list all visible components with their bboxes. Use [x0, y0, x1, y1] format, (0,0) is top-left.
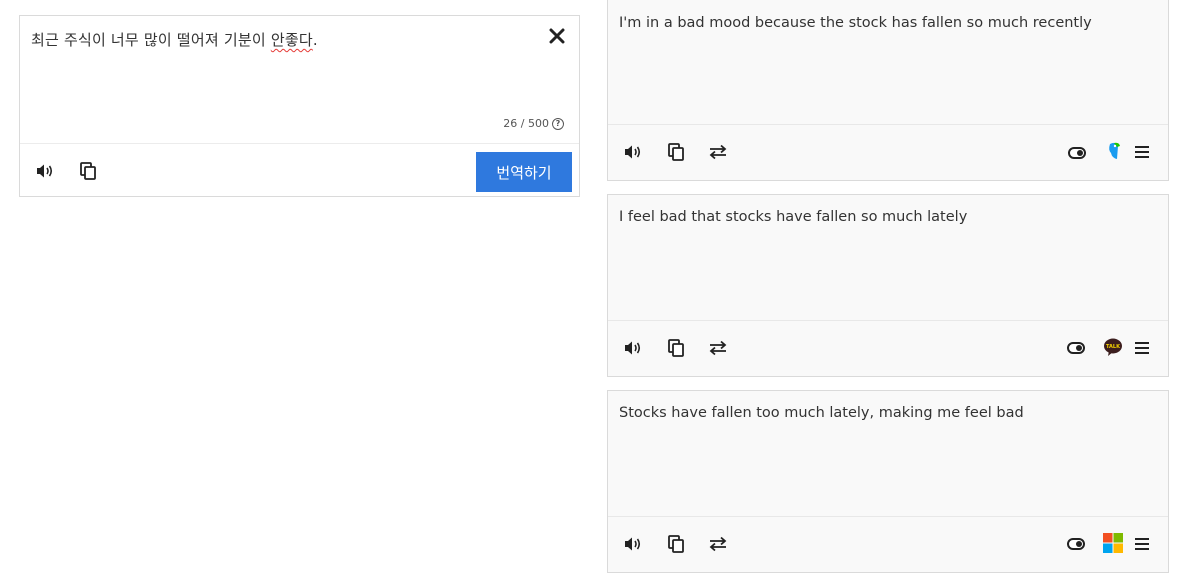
source-footer: 번역하기 — [20, 143, 579, 198]
speaker-icon — [625, 341, 641, 355]
spell-error-word[interactable]: 안좋다 — [271, 31, 313, 49]
speaker-icon — [625, 537, 641, 551]
swap-arrows-icon — [709, 340, 727, 356]
result-panel-papago: I'm in a bad mood because the stock has … — [607, 0, 1169, 181]
result-footer — [608, 124, 1168, 180]
kakao-talk-icon: TALK — [1104, 338, 1122, 356]
kakao-badge-text: TALK — [1106, 344, 1121, 350]
listen-result-button[interactable] — [622, 336, 646, 360]
menu-icon[interactable] — [1135, 146, 1149, 158]
copy-source-button[interactable] — [76, 159, 100, 183]
swap-arrows-icon — [709, 536, 727, 552]
copy-icon — [668, 143, 684, 161]
result-panel-kakao: I feel bad that stocks have fallen so mu… — [607, 194, 1169, 377]
listen-source-button[interactable] — [34, 159, 58, 183]
copy-icon — [80, 162, 96, 180]
copy-result-button[interactable] — [664, 140, 688, 164]
translate-button[interactable]: 번역하기 — [476, 152, 572, 192]
source-panel: 최근 주식이 너무 많이 떨어져 기분이 안좋다. 26 / 500 ? 번역하… — [19, 15, 580, 197]
swap-arrows-icon — [709, 144, 727, 160]
menu-icon[interactable] — [1135, 342, 1149, 354]
clear-text-button[interactable] — [547, 26, 567, 46]
source-text-input[interactable]: 최근 주식이 너무 많이 떨어져 기분이 안좋다. — [31, 29, 318, 50]
microsoft-icon — [1103, 533, 1123, 553]
speaker-icon — [625, 145, 641, 159]
listen-result-button[interactable] — [622, 140, 646, 164]
result-text: Stocks have fallen too much lately, maki… — [619, 405, 1024, 421]
result-text: I feel bad that stocks have fallen so mu… — [619, 209, 968, 225]
swap-button[interactable] — [706, 336, 730, 360]
result-footer: TALK — [608, 320, 1168, 376]
papago-parrot-icon — [1109, 142, 1120, 159]
result-text: I'm in a bad mood because the stock has … — [619, 15, 1092, 31]
source-text-end: . — [312, 31, 318, 49]
result-footer — [608, 516, 1168, 572]
close-icon — [549, 28, 565, 44]
help-icon[interactable]: ? — [552, 117, 564, 130]
copy-result-button[interactable] — [664, 532, 688, 556]
menu-icon[interactable] — [1135, 538, 1149, 550]
swap-button[interactable] — [706, 532, 730, 556]
speaker-icon — [37, 164, 53, 178]
source-text-main: 최근 주식이 너무 많이 떨어져 기분이 — [31, 31, 271, 49]
engine-toggle[interactable] — [1068, 147, 1086, 159]
copy-icon — [668, 339, 684, 357]
engine-toggle[interactable] — [1067, 538, 1085, 550]
listen-result-button[interactable] — [622, 532, 646, 556]
copy-result-button[interactable] — [664, 336, 688, 360]
engine-toggle[interactable] — [1067, 342, 1085, 354]
swap-button[interactable] — [706, 140, 730, 164]
copy-icon — [668, 535, 684, 553]
result-panel-microsoft: Stocks have fallen too much lately, maki… — [607, 390, 1169, 573]
char-count-text: 26 / 500 — [503, 117, 549, 130]
char-counter: 26 / 500 ? — [503, 117, 564, 130]
